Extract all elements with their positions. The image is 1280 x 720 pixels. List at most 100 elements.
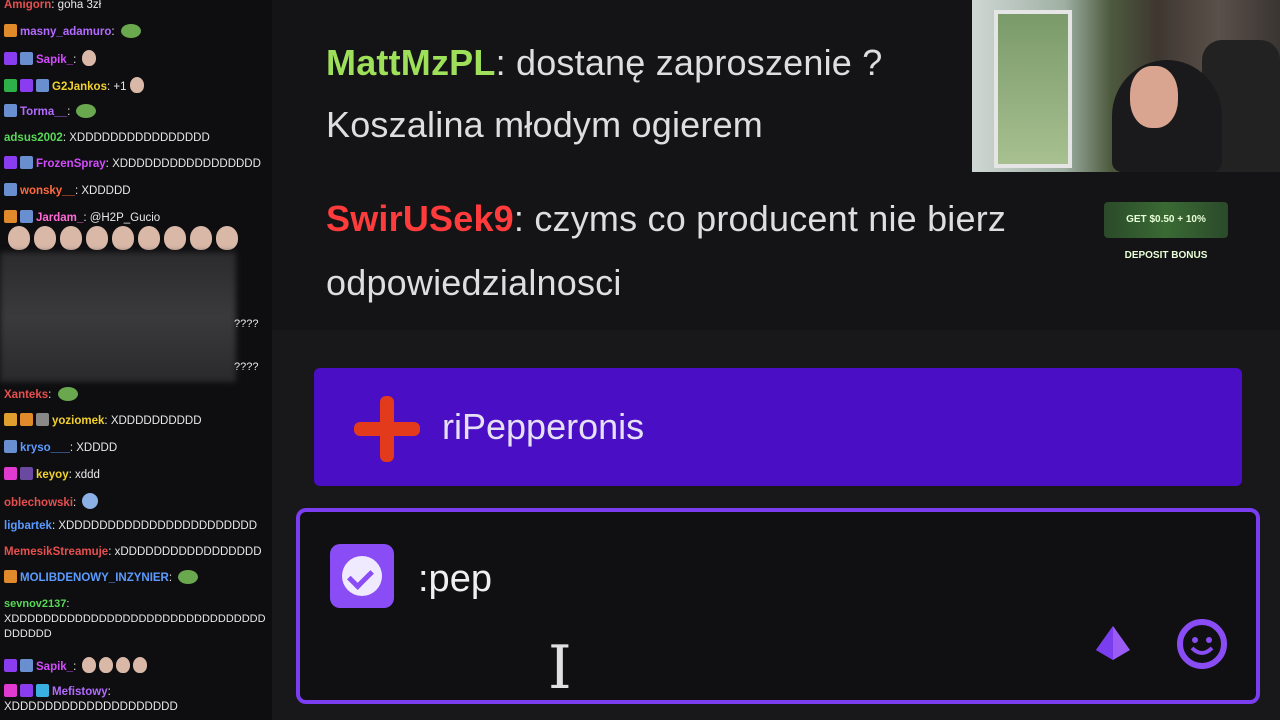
chat-message: ligbartek: XDDDDDDDDDDDDDDDDDDDDDDD	[4, 520, 258, 532]
chat-username[interactable]: G2Jankos	[52, 81, 107, 93]
gift-badge-icon	[36, 413, 49, 426]
crown-badge-icon	[4, 156, 17, 169]
chat-text: XDDDDDDDDDDDDDDDDDDDD	[4, 701, 178, 713]
chat-username[interactable]: FrozenSpray	[36, 158, 106, 170]
chat-username[interactable]: Torma__	[20, 106, 67, 118]
chat-username[interactable]: ligbartek	[4, 520, 52, 532]
orb-emote-icon	[82, 493, 99, 509]
face-emote-icon	[82, 657, 97, 673]
chat-username[interactable]: adsus2002	[4, 132, 63, 144]
chat-message: Jardam_: @H2P_Gucio	[4, 210, 270, 226]
chat-username[interactable]: sevnov2137	[4, 598, 66, 610]
chat-username[interactable]: oblechowski	[4, 497, 73, 509]
chat-message: G2Jankos: +1	[4, 77, 270, 95]
sub-badge-icon	[20, 659, 33, 672]
chat-text: xddd	[75, 469, 100, 481]
chat-message: MattMzPL: dostanę zaproszenie ?	[326, 42, 883, 83]
face-emote-icon	[164, 226, 186, 250]
plus-emote-icon	[354, 396, 420, 462]
chat-username[interactable]: keyoy	[36, 469, 69, 481]
face-emote-icon	[133, 657, 148, 673]
emote-row	[4, 226, 238, 252]
sub-badge-icon	[36, 684, 49, 697]
face-emote-icon	[86, 226, 108, 250]
chat-text: XDDDDD	[81, 185, 131, 197]
chat-text: @H2P_Gucio	[89, 212, 161, 224]
webcam-face	[1130, 66, 1178, 128]
chat-text: XDDDDDDDDDDDDDDDDDDDDDDD	[58, 520, 258, 532]
chat-message: yoziomek: XDDDDDDDDDD	[4, 413, 270, 429]
chat-username[interactable]: Amigorn	[4, 0, 51, 11]
sub-badge-icon	[4, 104, 17, 117]
chat-username[interactable]: Sapik_	[36, 661, 73, 673]
chat-message: keyoy: xddd	[4, 467, 270, 483]
frog-emote-icon	[57, 387, 78, 401]
chat-text: dostanę zaproszenie ?	[515, 42, 883, 83]
chat-message: sevnov2137: XDDDDDDDDDDDDDDDDDDDDDDDDDDDD…	[4, 598, 266, 640]
chat-username[interactable]: Mefistowy	[52, 686, 108, 698]
face-emote-icon	[82, 50, 97, 66]
bits-icon[interactable]	[1094, 624, 1132, 662]
face-emote-icon	[216, 226, 238, 250]
chat-username[interactable]: kryso___	[20, 442, 70, 454]
chat-text: Koszalina młodym ogierem	[326, 104, 763, 145]
frog-emote-icon	[76, 104, 97, 118]
chat-text: XDDDD	[76, 442, 118, 454]
autocomplete-suggestion[interactable]: riPepperonis	[314, 368, 1242, 486]
chat-text: XDDDDDDDDDDDDDDDDDDDDDDDDDDDDDDDDDDDDDD	[4, 613, 266, 640]
crown-badge-icon	[4, 659, 17, 672]
sub-badge-icon	[4, 210, 17, 223]
chat-username[interactable]: Sapik_	[36, 54, 73, 66]
chat-username[interactable]: wonsky__	[20, 185, 75, 197]
emoji-smiley-icon[interactable]	[1176, 618, 1228, 670]
face-emote-icon	[8, 226, 30, 250]
crown-badge-icon	[20, 467, 33, 480]
face-emote-icon	[112, 226, 134, 250]
chat-text: XDDDDDDDDDD	[110, 415, 202, 427]
frog-emote-icon	[178, 570, 199, 584]
chat-text: ????	[234, 318, 259, 330]
chat-text: xDDDDDDDDDDDDDDDDD	[114, 546, 262, 558]
chat-username[interactable]: MOLIBDENOWY_INZYNIER	[20, 572, 169, 584]
chat-message: kryso___: XDDDD	[4, 440, 270, 456]
chat-message: Xanteks:	[4, 387, 270, 403]
chat-text: XDDDDDDDDDDDDDDDDD	[112, 158, 261, 170]
face-emote-icon	[34, 226, 56, 250]
checkmark-badge-icon[interactable]	[330, 544, 394, 608]
chat-message: SwirUSek9: czyms co producent nie bierz	[326, 198, 1007, 239]
suggestion-label: riPepperonis	[442, 406, 645, 447]
chat-input-value[interactable]: :pep	[418, 558, 492, 601]
chat-username[interactable]: SwirUSek9	[326, 198, 514, 239]
chat-input[interactable]: :pep I	[296, 508, 1260, 704]
chat-message: Amigorn: goha 3zł	[4, 0, 102, 11]
chat-message: Mefistowy: XDDDDDDDDDDDDDDDDDDDD	[4, 684, 178, 713]
heart-badge-icon	[4, 467, 17, 480]
chat-message: Torma__:	[4, 104, 270, 120]
chat-username[interactable]: MemesikStreamuje	[4, 546, 108, 558]
chat-text: odpowiedzialnosci	[326, 262, 622, 303]
chat-username[interactable]: yoziomek	[52, 415, 104, 427]
face-emote-icon	[138, 226, 160, 250]
chat-username[interactable]: Xanteks	[4, 389, 48, 401]
chat-text: XDDDDDDDDDDDDDDDD	[69, 132, 210, 144]
crown-badge-icon	[20, 79, 33, 92]
heart-badge-icon	[4, 684, 17, 697]
crown-badge-icon	[4, 52, 17, 65]
webcam-window-background	[994, 10, 1072, 168]
chat-message: oblechowski:	[4, 493, 270, 511]
blurred-image	[0, 252, 236, 382]
chat-message: MOLIBDENOWY_INZYNIER:	[4, 570, 270, 586]
face-emote-icon	[129, 77, 144, 93]
chat-text: czyms co producent nie bierz	[534, 198, 1007, 239]
verified-badge-icon	[4, 79, 17, 92]
chat-username[interactable]: MattMzPL	[326, 42, 496, 83]
side-chat-panel: Amigorn: goha 3zł masny_adamuro: Sapik_:…	[0, 0, 272, 720]
frog-emote-icon	[120, 24, 141, 38]
text-cursor-icon: I	[548, 633, 572, 703]
chat-username[interactable]: masny_adamuro	[20, 26, 111, 38]
sub-badge-icon	[4, 183, 17, 196]
sub-badge-icon	[20, 413, 33, 426]
sub-badge-icon	[4, 440, 17, 453]
ad-badge[interactable]: GET $0.50 + 10% DEPOSIT BONUS	[1104, 202, 1228, 261]
chat-username[interactable]: Jardam_	[36, 212, 83, 224]
